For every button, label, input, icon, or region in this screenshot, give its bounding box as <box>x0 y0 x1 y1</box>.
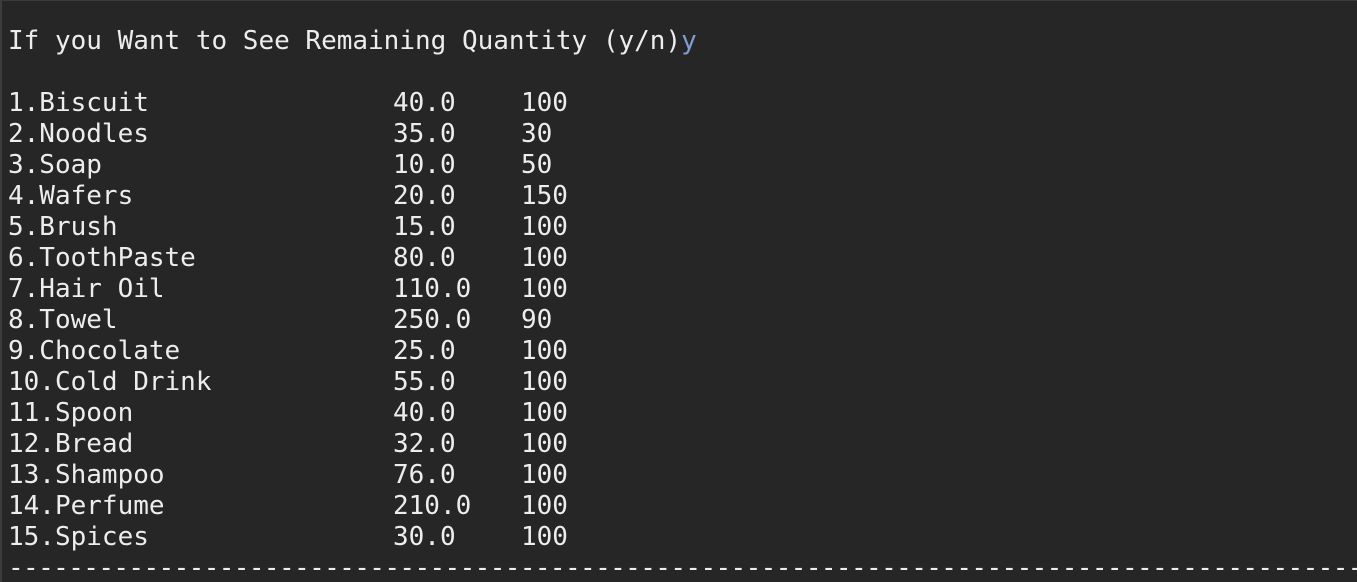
item-quantity: 100 <box>521 212 568 242</box>
item-name: 13.Shampoo <box>8 460 165 490</box>
item-list: 1.Biscuit 40.0 100 2.Noodles 35.0 30 3.Soap 1… <box>8 88 608 553</box>
top-border <box>0 0 1357 1</box>
user-input-text: y <box>681 26 697 56</box>
item-quantity: 100 <box>521 274 568 304</box>
item-row: 13.Shampoo 76.0 100 <box>8 460 608 491</box>
item-row: 4.Wafers 20.0 150 <box>8 181 608 212</box>
item-quantity: 100 <box>521 336 568 366</box>
item-name: 15.Spices <box>8 522 149 552</box>
item-name: 11.Spoon <box>8 398 134 428</box>
item-quantity: 100 <box>521 522 568 552</box>
item-price: 20.0 <box>393 181 456 211</box>
item-quantity: 90 <box>521 305 553 335</box>
item-price: 250.0 <box>393 305 472 335</box>
item-price: 35.0 <box>393 119 456 149</box>
dashed-divider: ----------------------------------------… <box>8 553 1357 582</box>
item-row: 11.Spoon 40.0 100 <box>8 398 608 429</box>
item-row: 2.Noodles 35.0 30 <box>8 119 608 150</box>
item-row: 5.Brush 15.0 100 <box>8 212 608 243</box>
item-quantity: 100 <box>521 460 568 490</box>
item-quantity: 100 <box>521 491 568 521</box>
item-row: 14.Perfume 210.0 100 <box>8 491 608 522</box>
item-name: 9.Chocolate <box>8 336 181 366</box>
item-row: 10.Cold Drink 55.0 100 <box>8 367 608 398</box>
left-border <box>0 0 2 582</box>
item-price: 40.0 <box>393 88 456 118</box>
item-row: 8.Towel 250.0 90 <box>8 305 608 336</box>
item-row: 6.ToothPaste 80.0 100 <box>8 243 608 274</box>
item-name: 7.Hair Oil <box>8 274 165 304</box>
item-quantity: 30 <box>521 119 553 149</box>
item-name: 3.Soap <box>8 150 102 180</box>
prompt-line: If you Want to See Remaining Quantity (y… <box>8 26 697 57</box>
item-quantity: 50 <box>521 150 553 180</box>
item-name: 8.Towel <box>8 305 118 335</box>
item-name: 2.Noodles <box>8 119 149 149</box>
item-price: 80.0 <box>393 243 456 273</box>
item-name: 1.Biscuit <box>8 88 149 118</box>
item-name: 5.Brush <box>8 212 118 242</box>
item-name: 14.Perfume <box>8 491 165 521</box>
item-price: 32.0 <box>393 429 456 459</box>
item-name: 10.Cold Drink <box>8 367 212 397</box>
item-price: 25.0 <box>393 336 456 366</box>
item-price: 55.0 <box>393 367 456 397</box>
item-name: 12.Bread <box>8 429 134 459</box>
item-row: 9.Chocolate 25.0 100 <box>8 336 608 367</box>
item-name: 6.ToothPaste <box>8 243 196 273</box>
item-price: 40.0 <box>393 398 456 428</box>
item-row: 3.Soap 10.0 50 <box>8 150 608 181</box>
item-price: 15.0 <box>393 212 456 242</box>
item-price: 110.0 <box>393 274 472 304</box>
item-price: 210.0 <box>393 491 472 521</box>
item-price: 30.0 <box>393 522 456 552</box>
item-price: 76.0 <box>393 460 456 490</box>
item-quantity: 100 <box>521 367 568 397</box>
item-quantity: 150 <box>521 181 568 211</box>
console-output[interactable]: If you Want to See Remaining Quantity (y… <box>0 0 1357 582</box>
item-row: 15.Spices 30.0 100 <box>8 522 608 553</box>
item-quantity: 100 <box>521 429 568 459</box>
item-quantity: 100 <box>521 243 568 273</box>
item-row: 1.Biscuit 40.0 100 <box>8 88 608 119</box>
item-name: 4.Wafers <box>8 181 134 211</box>
item-quantity: 100 <box>521 398 568 428</box>
item-row: 7.Hair Oil 110.0 100 <box>8 274 608 305</box>
item-quantity: 100 <box>521 88 568 118</box>
prompt-text: If you Want to See Remaining Quantity (y… <box>8 26 682 56</box>
item-row: 12.Bread 32.0 100 <box>8 429 608 460</box>
item-price: 10.0 <box>393 150 456 180</box>
